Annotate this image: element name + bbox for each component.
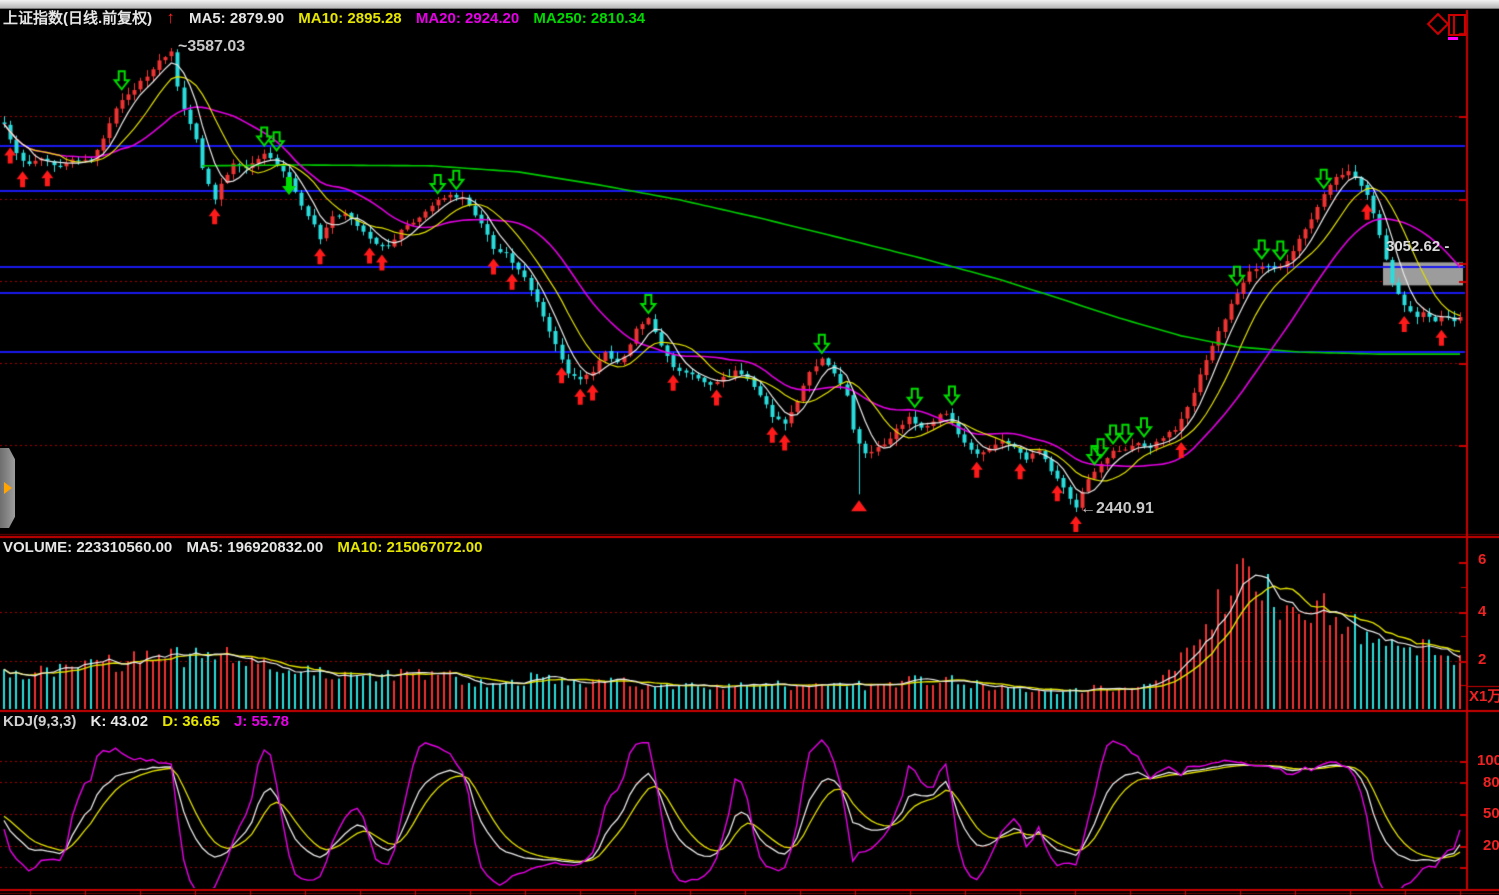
volume-axis-tick-6: 6 <box>1478 552 1486 567</box>
ma250-label: MA250: 2810.34 <box>533 10 645 27</box>
kdj-k-label: K: 43.02 <box>91 713 149 730</box>
volume-ma5-label: MA5: 196920832.00 <box>186 539 323 556</box>
trading-app-window: 上证指数(日线.前复权) ↑ MA5: 2879.90 MA10: 2895.2… <box>0 0 1499 895</box>
up-arrow-icon: ↑ <box>166 8 175 27</box>
kdj-axis-tick-100: 100 <box>1477 753 1499 768</box>
split-window-icon[interactable] <box>1448 14 1466 36</box>
magenta-marker-icon <box>1448 37 1458 40</box>
high-price-annotation: ~3587.03 <box>178 39 245 55</box>
split-window-icon-divider <box>1453 16 1455 34</box>
volume-unit-label: X1万 <box>1469 689 1499 704</box>
kdj-axis-tick-50: 50 <box>1483 806 1499 821</box>
kdj-name-label: KDJ(9,3,3) <box>3 713 76 730</box>
volume-panel-header: VOLUME: 223310560.00 MA5: 196920832.00 M… <box>3 540 492 555</box>
symbol-title: 上证指数(日线.前复权) <box>3 10 152 27</box>
chart-canvas[interactable] <box>0 0 1499 895</box>
main-chart-header: 上证指数(日线.前复权) ↑ MA5: 2879.90 MA10: 2895.2… <box>3 9 655 26</box>
volume-value-label: VOLUME: 223310560.00 <box>3 539 172 556</box>
window-titlebar[interactable] <box>0 0 1499 9</box>
kdj-axis-tick-20: 20 <box>1483 838 1499 853</box>
volume-axis-tick-2: 2 <box>1478 652 1486 667</box>
kdj-d-label: D: 36.65 <box>162 713 220 730</box>
sidebar-expand-tab[interactable] <box>0 448 15 528</box>
ma10-label: MA10: 2895.28 <box>298 10 401 27</box>
ma20-label: MA20: 2924.20 <box>416 10 519 27</box>
kdj-axis-tick-80: 80 <box>1483 775 1499 790</box>
kdj-j-label: J: 55.78 <box>234 713 289 730</box>
ma5-label: MA5: 2879.90 <box>189 10 284 27</box>
volume-ma10-label: MA10: 215067072.00 <box>337 539 482 556</box>
kdj-panel-header: KDJ(9,3,3) K: 43.02 D: 36.65 J: 55.78 <box>3 714 299 729</box>
low-price-annotation: ←2440.91 <box>1080 501 1154 517</box>
marked-price-annotation: 3052.62 - <box>1386 239 1449 254</box>
volume-axis-tick-4: 4 <box>1478 604 1486 619</box>
expand-arrow-icon <box>4 482 12 494</box>
